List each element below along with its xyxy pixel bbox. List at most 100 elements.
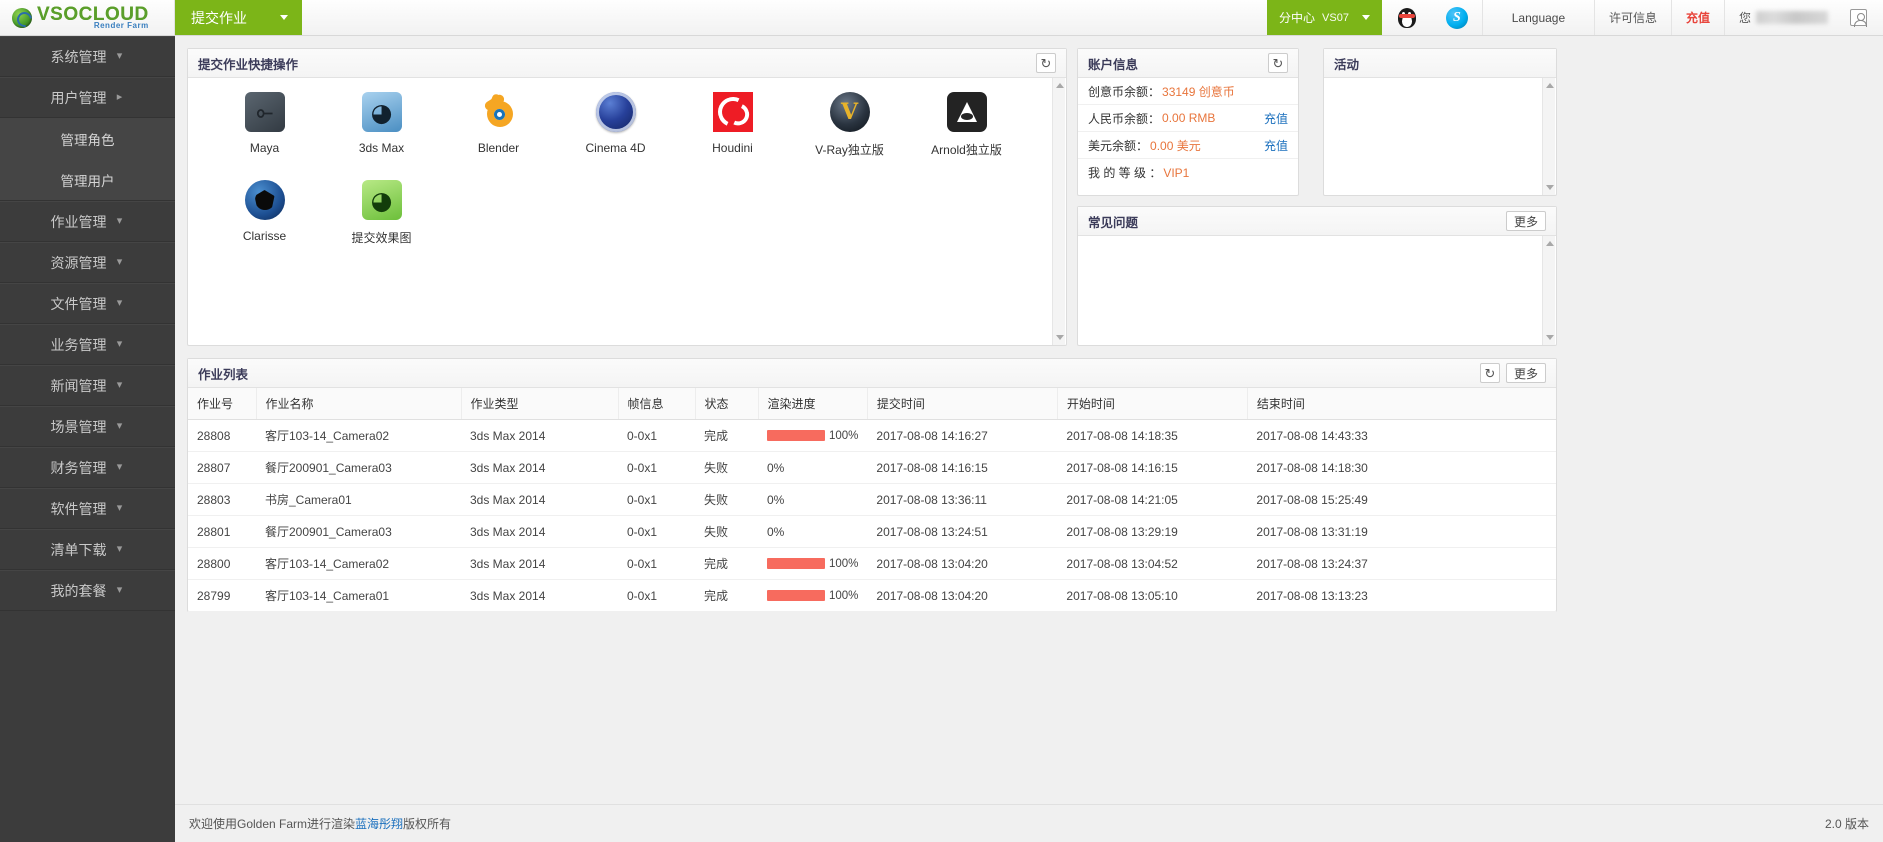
username-redacted bbox=[1756, 11, 1828, 24]
sidebar-item-label: 软件管理 bbox=[50, 500, 107, 517]
table-row[interactable]: 28808 客厅103-14_Camera02 3ds Max 2014 0-0x1 完… bbox=[188, 419, 1556, 452]
col-progress[interactable]: 渲染进度 bbox=[758, 388, 868, 420]
app-label: 提交效果图 bbox=[351, 231, 412, 245]
col-frame-info[interactable]: 帧信息 bbox=[618, 388, 696, 420]
chevron-down-icon: ▾ bbox=[116, 215, 123, 227]
table-row[interactable]: 28800 客厅103-14_Camera02 3ds Max 2014 0-0x1 完… bbox=[188, 547, 1556, 580]
app-maya[interactable]: ⟜ Maya bbox=[206, 92, 323, 158]
sidebar-item-software[interactable]: 软件管理 ▾ bbox=[0, 488, 175, 529]
table-row[interactable]: 28799 客厅103-14_Camera01 3ds Max 2014 0-0x1 完… bbox=[188, 579, 1556, 612]
cell-frame-info: 0-0x1 bbox=[618, 483, 695, 516]
sidebar-item-resources[interactable]: 资源管理 ▾ bbox=[0, 242, 175, 283]
sidebar-item-manage-roles[interactable]: 管理角色 bbox=[0, 118, 175, 159]
job-list-more-button[interactable]: 更多 bbox=[1505, 363, 1546, 383]
cell-start-time: 2017-08-08 14:18:35 bbox=[1057, 419, 1248, 452]
scroll-up-icon[interactable] bbox=[1056, 83, 1064, 88]
app-label: 3ds Max bbox=[358, 141, 405, 155]
recharge-link[interactable]: 充值 bbox=[1670, 0, 1724, 35]
faq-scrollbar[interactable] bbox=[1542, 236, 1555, 345]
sidebar-item-jobs[interactable]: 作业管理 ▾ bbox=[0, 201, 175, 242]
branch-center-select[interactable]: 分中心 VS07 bbox=[1267, 0, 1382, 35]
scroll-up-icon[interactable] bbox=[1546, 83, 1554, 88]
cell-job-type: 3ds Max 2014 bbox=[461, 579, 618, 612]
top-bar: VSOCLOUD Render Farm 提交作业 分中心 VS07 S Lan… bbox=[0, 0, 1883, 36]
user-menu-button[interactable] bbox=[1842, 0, 1883, 35]
refresh-icon[interactable]: ↻ bbox=[1036, 53, 1056, 73]
sidebar-item-my-package[interactable]: 我的套餐 ▾ bbox=[0, 570, 175, 611]
col-submit-time[interactable]: 提交时间 bbox=[867, 388, 1058, 420]
sidebar-item-users[interactable]: 用户管理 ▸ bbox=[0, 77, 175, 118]
app-label: Houdini bbox=[712, 141, 753, 155]
vray-icon: V bbox=[829, 92, 870, 132]
sidebar-item-list-download[interactable]: 清单下载 ▾ bbox=[0, 529, 175, 570]
footer-company-link[interactable]: 蓝海彤翔 bbox=[355, 815, 403, 832]
quick-panel-scrollbar[interactable] bbox=[1052, 78, 1065, 345]
app-effect-render[interactable]: ◕ 提交效果图 bbox=[323, 180, 440, 246]
faq-body bbox=[1078, 236, 1556, 346]
app-vray[interactable]: V V-Ray独立版 bbox=[791, 92, 908, 158]
col-job-id[interactable]: 作业号 bbox=[188, 388, 257, 420]
app-blender[interactable]: Blender bbox=[440, 92, 557, 158]
cell-job-name: 客厅103-14_Camera01 bbox=[256, 579, 461, 612]
cell-job-id: 28801 bbox=[188, 515, 256, 548]
cell-job-id: 28808 bbox=[188, 419, 256, 452]
cell-status: 完成 bbox=[695, 579, 758, 612]
account-row-value: 0.00 美元 bbox=[1150, 138, 1201, 153]
logo[interactable]: VSOCLOUD Render Farm bbox=[0, 0, 175, 35]
cell-frame-info: 0-0x1 bbox=[618, 547, 695, 580]
scroll-up-icon[interactable] bbox=[1546, 241, 1554, 246]
sidebar-item-system[interactable]: 系统管理 ▾ bbox=[0, 36, 175, 77]
app-3dsmax[interactable]: ◕ 3ds Max bbox=[323, 92, 440, 158]
progress-percent: 100% bbox=[829, 429, 859, 442]
table-row[interactable]: 28803 书房_Camera01 3ds Max 2014 0-0x1 失败 0% 201… bbox=[188, 483, 1556, 516]
cell-progress: 0% bbox=[758, 483, 868, 516]
cell-submit-time: 2017-08-08 13:36:11 bbox=[867, 483, 1058, 516]
cell-status: 失败 bbox=[695, 483, 758, 516]
user-greeting-label: 您 bbox=[1738, 11, 1751, 25]
col-start-time[interactable]: 开始时间 bbox=[1057, 388, 1248, 420]
sidebar-item-finance[interactable]: 财务管理 ▾ bbox=[0, 447, 175, 488]
job-list-body: 28808 客厅103-14_Camera02 3ds Max 2014 0-0x1 完… bbox=[188, 419, 1556, 612]
refresh-icon[interactable]: ↻ bbox=[1479, 363, 1500, 383]
refresh-icon[interactable]: ↻ bbox=[1268, 53, 1288, 73]
col-status[interactable]: 状态 bbox=[695, 388, 759, 420]
recharge-usd-link[interactable]: 充值 bbox=[1264, 137, 1288, 154]
sidebar-item-news[interactable]: 新闻管理 ▾ bbox=[0, 365, 175, 406]
faq-more-button[interactable]: 更多 bbox=[1505, 211, 1546, 231]
sidebar-item-manage-users[interactable]: 管理用户 bbox=[0, 159, 175, 200]
cell-end-time: 2017-08-08 13:13:23 bbox=[1247, 579, 1556, 612]
quick-submit-panel: 提交作业快捷操作 ↻ ⟜ Maya ◕ 3ds Max Blender Cine… bbox=[187, 48, 1067, 346]
skype-contact-button[interactable]: S bbox=[1432, 0, 1482, 35]
table-row[interactable]: 28801 餐厅200901_Camera03 3ds Max 2014 0-0x1 失… bbox=[188, 515, 1556, 548]
app-houdini[interactable]: Houdini bbox=[674, 92, 791, 158]
activity-scrollbar[interactable] bbox=[1542, 78, 1555, 195]
chevron-right-icon: ▸ bbox=[116, 91, 123, 103]
table-row[interactable]: 28807 餐厅200901_Camera03 3ds Max 2014 0-0x1 失… bbox=[188, 451, 1556, 484]
cell-end-time: 2017-08-08 15:25:49 bbox=[1247, 483, 1556, 516]
license-info-link[interactable]: 许可信息 bbox=[1593, 0, 1671, 35]
app-cinema4d[interactable]: Cinema 4D bbox=[557, 92, 674, 158]
cell-submit-time: 2017-08-08 13:04:20 bbox=[867, 547, 1058, 580]
recharge-rmb-link[interactable]: 充值 bbox=[1264, 110, 1288, 127]
sidebar-item-files[interactable]: 文件管理 ▾ bbox=[0, 283, 175, 324]
sidebar-item-business[interactable]: 业务管理 ▾ bbox=[0, 324, 175, 365]
app-label: Arnold独立版 bbox=[931, 143, 1002, 157]
col-end-time[interactable]: 结束时间 bbox=[1247, 388, 1556, 420]
quick-submit-header: 提交作业快捷操作 ↻ bbox=[188, 49, 1066, 78]
col-job-type[interactable]: 作业类型 bbox=[461, 388, 619, 420]
language-selector[interactable]: Language bbox=[1481, 0, 1594, 35]
panel-title: 常见问题 bbox=[1088, 215, 1139, 230]
chevron-down-icon: ▾ bbox=[116, 256, 123, 268]
app-arnold[interactable]: Arnold独立版 bbox=[908, 92, 1025, 158]
chevron-down-icon: ▾ bbox=[116, 420, 123, 432]
qq-penguin-icon bbox=[1396, 6, 1418, 30]
qq-contact-button[interactable] bbox=[1382, 0, 1432, 35]
scroll-down-icon[interactable] bbox=[1056, 335, 1064, 340]
submit-job-button[interactable]: 提交作业 bbox=[175, 0, 302, 35]
col-job-name[interactable]: 作业名称 bbox=[256, 388, 462, 420]
scroll-down-icon[interactable] bbox=[1546, 185, 1554, 190]
scroll-down-icon[interactable] bbox=[1546, 335, 1554, 340]
faq-header: 常见问题 更多 bbox=[1078, 207, 1556, 236]
sidebar-item-scenes[interactable]: 场景管理 ▾ bbox=[0, 406, 175, 447]
app-clarisse[interactable]: Clarisse bbox=[206, 180, 323, 246]
